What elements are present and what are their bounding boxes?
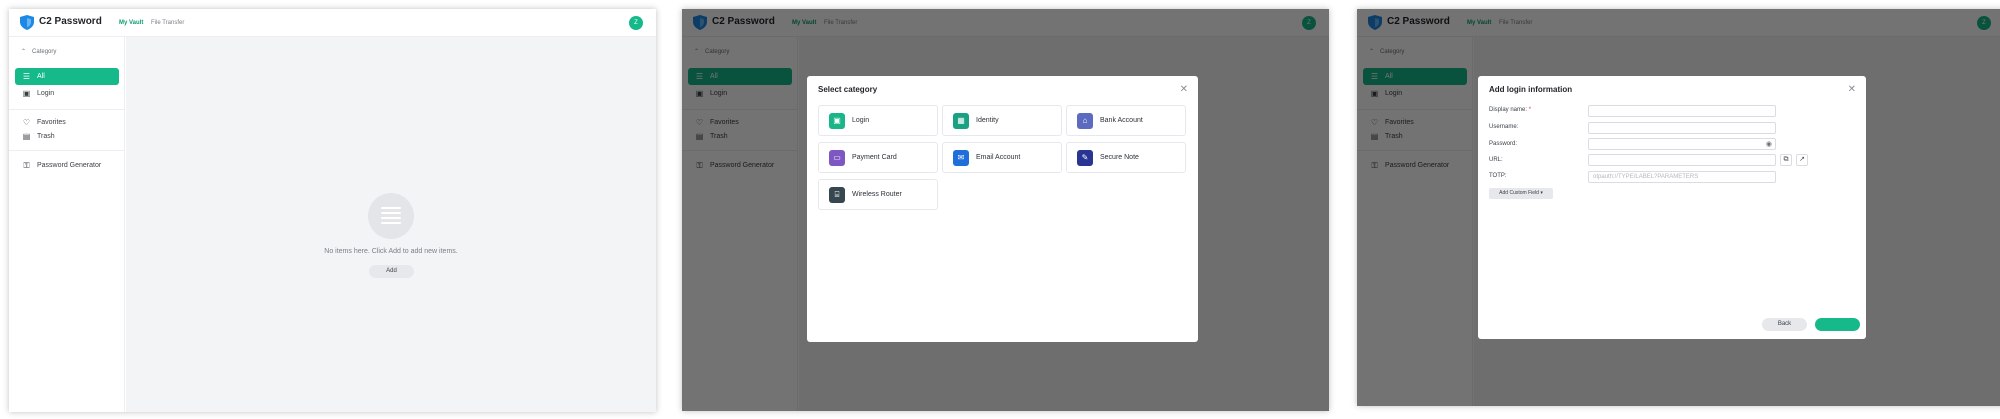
category-card-payment-card[interactable]: ▭ Payment Card — [818, 142, 938, 173]
key-icon: ⚿ — [23, 161, 30, 170]
avatar[interactable]: Z — [629, 16, 643, 30]
sidebar-item-trash[interactable]: ▤ Trash — [15, 128, 119, 145]
sidebar: ⌃Category ☰All ▣Login ♡Favorites ▤Trash … — [9, 37, 125, 412]
sidebar-item-label: Login — [37, 90, 55, 97]
main-content: No items here. Click Add to add new item… — [126, 37, 656, 412]
sidebar-item-label: Favorites — [37, 119, 66, 126]
vault-window-add-login: C2 Password My Vault File Transfer Z ⌃Ca… — [1357, 9, 2000, 406]
note-icon: ✎ — [1077, 150, 1093, 166]
category-header[interactable]: ⌃ Category — [21, 48, 56, 55]
sidebar-item-all[interactable]: ☰ All — [15, 68, 119, 85]
app-title: C2 Password — [39, 16, 102, 27]
empty-list-icon — [368, 193, 414, 239]
field-label-text: Display name: — [1489, 107, 1528, 113]
category-label: Category — [32, 49, 57, 55]
empty-state-message: No items here. Click Add to add new item… — [324, 248, 458, 255]
totp-label: TOTP: — [1489, 173, 1507, 179]
category-label: Bank Account — [1100, 117, 1143, 124]
select-category-dialog: Select category ✕ ▣ Login ▦ Identity ⌂ Bank… — [807, 76, 1198, 342]
chevron-up-icon: ⌃ — [21, 49, 27, 55]
tab-file-transfer[interactable]: File Transfer — [151, 20, 184, 26]
sidebar-item-password-generator[interactable]: ⚿ Password Generator — [15, 157, 119, 174]
tab-my-vault[interactable]: My Vault — [119, 20, 143, 26]
category-label: Email Account — [976, 154, 1021, 161]
sidebar-item-label: Password Generator — [37, 162, 102, 169]
password-input[interactable]: ◉ — [1588, 138, 1776, 150]
category-label: Secure Note — [1100, 154, 1139, 161]
add-custom-field-button[interactable]: Add Custom Field ▾ — [1489, 188, 1553, 199]
next-button[interactable] — [1815, 318, 1860, 331]
add-login-dialog: Add login information ✕ Display name: * … — [1478, 76, 1866, 339]
shield-logo-icon — [20, 15, 34, 30]
category-label: Wireless Router — [852, 191, 902, 198]
category-card-wireless-router[interactable]: ⌸ Wireless Router — [818, 179, 938, 210]
sidebar-item-label: Trash — [37, 133, 55, 140]
sidebar-item-login[interactable]: ▣ Login — [15, 85, 119, 102]
back-button[interactable]: Back — [1762, 318, 1807, 331]
add-custom-field-label: Add Custom Field — [1499, 190, 1539, 196]
display-name-input[interactable] — [1588, 105, 1776, 117]
category-card-login[interactable]: ▣ Login — [818, 105, 938, 136]
url-label: URL: — [1489, 157, 1503, 163]
url-input[interactable] — [1588, 154, 1776, 166]
dialog-title: Add login information — [1489, 85, 1573, 94]
add-button[interactable]: Add — [369, 265, 414, 278]
divider — [9, 150, 125, 151]
trash-icon: ▤ — [22, 132, 31, 141]
close-icon[interactable]: ✕ — [1848, 84, 1856, 95]
category-label: Payment Card — [852, 154, 897, 161]
category-card-email-account[interactable]: ✉ Email Account — [942, 142, 1062, 173]
divider — [9, 109, 125, 110]
list-icon: ☰ — [22, 72, 31, 81]
open-link-icon[interactable]: ↗ — [1796, 154, 1808, 166]
required-mark: * — [1528, 107, 1532, 113]
dialog-title: Select category — [818, 85, 878, 94]
bank-icon: ⌂ — [1077, 113, 1093, 129]
display-name-label: Display name: * — [1489, 107, 1531, 113]
totp-input[interactable]: otpauth://TYPE/LABEL?PARAMETERS — [1588, 171, 1776, 183]
chevron-down-icon: ▾ — [1540, 190, 1543, 196]
password-label: Password: — [1489, 141, 1518, 147]
vault-window-select-category: C2 Password My Vault File Transfer Z ⌃Ca… — [682, 9, 1329, 411]
top-bar: C2 Password My Vault File Transfer Z — [9, 9, 656, 37]
credit-card-icon: ▭ — [829, 150, 845, 166]
category-card-bank-account[interactable]: ⌂ Bank Account — [1066, 105, 1186, 136]
category-card-identity[interactable]: ▦ Identity — [942, 105, 1062, 136]
copy-icon[interactable]: ⧉ — [1780, 154, 1792, 166]
email-icon: ✉ — [953, 150, 969, 166]
category-label: Login — [852, 117, 870, 124]
username-input[interactable] — [1588, 122, 1776, 134]
id-card-icon: ▦ — [953, 113, 969, 129]
close-icon[interactable]: ✕ — [1180, 84, 1188, 95]
heart-icon: ♡ — [22, 118, 31, 127]
sidebar-item-label: All — [37, 73, 45, 80]
username-label: Username: — [1489, 124, 1519, 130]
eye-icon[interactable]: ◉ — [1766, 140, 1772, 150]
login-icon: ▣ — [829, 113, 845, 129]
vault-window-empty: C2 Password My Vault File Transfer Z ⌃ Ca… — [9, 9, 656, 412]
login-icon: ▣ — [22, 89, 31, 98]
category-card-secure-note[interactable]: ✎ Secure Note — [1066, 142, 1186, 173]
category-label: Identity — [976, 117, 999, 124]
router-icon: ⌸ — [829, 187, 845, 203]
